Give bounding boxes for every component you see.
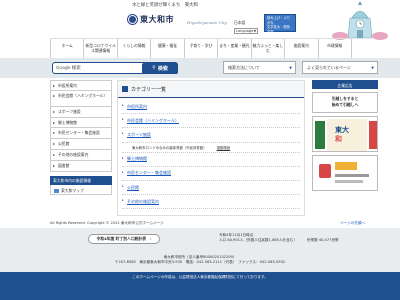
chevron-right-icon: ›	[150, 237, 152, 241]
global-nav: ホーム 新型コロナウイルス関連情報 くらしの情報 健康・福祉 子育て・学び まち…	[50, 38, 352, 58]
sidebar-map-link[interactable]: 東大和マップ	[50, 184, 112, 195]
city-address: 東大和市役所（法人番号8000020132209） 〒207-8585 東京都東…	[0, 255, 400, 265]
category-link-other-facilities[interactable]: その他の施設案内	[122, 195, 300, 210]
popular-pages-label: よく見られているページ	[307, 64, 351, 70]
ad-decoration	[315, 121, 325, 149]
search-howto-label: 検索方法について	[228, 64, 260, 70]
household-count: 世帯数 40,477世帯	[306, 238, 339, 243]
population-stats-button[interactable]: 令和4年度 町丁別人口統計表 ›	[88, 234, 160, 244]
footer-band	[0, 228, 400, 272]
ad-heading: 企業広告	[312, 80, 378, 89]
search-input[interactable]	[82, 64, 142, 72]
nav-item-life[interactable]: くらしの情報	[116, 39, 150, 58]
sidebar-item-other-facilities[interactable]: その他の施設案内	[50, 149, 112, 161]
sidebar-item-city-hall[interactable]: 市役所案内	[50, 80, 112, 91]
category-link-civic-hall[interactable]: 市民会館（ハミングホール）	[122, 114, 300, 129]
moving-banner[interactable]: 引越しをすると 始めて引越しへ	[312, 92, 378, 113]
ad-graphic	[335, 162, 357, 170]
search-howto-button[interactable]: 検索方法について ▼	[223, 61, 296, 74]
search-button-label: 検索	[157, 65, 168, 72]
sidebar-item-community-center[interactable]: 市民センター・集会施設	[50, 128, 112, 140]
address-line-2: 〒207-8585 東京都東大和市中央3-930 電話：042-563-2111…	[114, 260, 286, 264]
population-info: 令和4年11月1日時点 人口 84,901人（外国人住民数1,865人を含む） …	[219, 233, 339, 243]
category-square-icon	[122, 86, 128, 92]
site-logo[interactable]: 東大和市	[128, 14, 174, 25]
ad-graphic	[335, 174, 369, 177]
nav-item-health[interactable]: 健康・福祉	[150, 39, 183, 58]
ad-decoration	[369, 121, 377, 149]
language-japanese-link[interactable]: 日本語	[234, 20, 258, 26]
sidebar-item-museum[interactable]: 郷土博物館	[50, 117, 112, 129]
category-title: カテゴリー一覧	[131, 86, 167, 93]
language-select[interactable]: Language ▼	[234, 28, 258, 34]
sidebar-facility-heading: 東大和市内の施設情報	[50, 175, 112, 185]
sidebar-item-civic-hall[interactable]: 市民会館（ハミングホール）	[50, 90, 112, 107]
footer-bottom-text: このホームページの作成は、公益財団法人東京都福祉保健財団にて行っております。	[132, 275, 268, 279]
category-link-sports[interactable]: スポーツ施設	[122, 128, 300, 143]
sidebar: 市役所案内 市民会館（ハミングホール） スポーツ施設 郷土博物館 市民センター・…	[50, 80, 112, 195]
population-stats-label: 令和4年度 町丁別人口統計表	[96, 236, 147, 241]
subitem-gymnasium[interactable]: 東大和市ロンドみなみの森体育館（市民体育館）	[132, 145, 207, 150]
moving-banner-line2: 始めて引越しへ	[331, 101, 359, 107]
chevron-down-icon: ▼	[371, 65, 374, 70]
category-link-museum[interactable]: 郷土博物館	[122, 153, 300, 167]
category-header: カテゴリー一覧	[118, 81, 304, 98]
sidebar-item-kominkan[interactable]: 公民館	[50, 139, 112, 150]
site-header: 水と緑と笑顔が輝くまち 東大和 東大和市 Higashiyamato City …	[0, 0, 400, 43]
language-select-label: Language	[236, 29, 254, 33]
ad-banner-higashiyamato[interactable]: 東大 和	[312, 116, 378, 152]
ad-text-2: 和	[335, 135, 342, 143]
page-top-link[interactable]: ページの先頭へ	[340, 221, 365, 226]
language-area: 日本語 Language ▼	[234, 20, 258, 34]
search-icon: ⚲	[152, 65, 156, 71]
popular-pages-button[interactable]: よく見られているページ ▼	[302, 61, 378, 74]
accessibility-tool-button[interactable]: 読み上げ・ふりがな 文字拡大・配色変更 Web Wave Scanner	[264, 14, 296, 43]
sidebar-item-library[interactable]: 図書館	[50, 160, 112, 172]
ad-banner-second[interactable]	[312, 155, 378, 191]
clock-tower-illustration	[330, 0, 390, 40]
category-link-community-center[interactable]: 市民センター・集会施設	[122, 167, 300, 181]
copyright-text: All Rights Reserved. Copyright © 2022 東大…	[50, 221, 164, 225]
category-link-kominkan[interactable]: 公民館	[122, 181, 300, 196]
sports-subitems: 東大和市ロンドみなみの森体育館（市民体育館） 運動施設	[122, 143, 300, 153]
population-count: 人口 84,901人（外国人住民数1,865人を含む）	[219, 238, 297, 243]
nav-item-childcare[interactable]: 子育て・学び	[183, 39, 217, 58]
ad-graphic	[335, 180, 363, 183]
ad-column: 企業広告 引越しをすると 始めて引越しへ 東大 和	[312, 80, 378, 191]
nav-item-facilities[interactable]: 施設案内	[284, 39, 317, 58]
category-list: 市役所案内 市民会館（ハミングホール） スポーツ施設 東大和市ロンドみなみの森体…	[118, 98, 304, 210]
nav-item-home[interactable]: ホーム	[50, 39, 83, 58]
google-search-label: Google 検索	[56, 65, 81, 70]
site-slogan: 水と緑と笑顔が輝くまち 東大和	[132, 3, 198, 8]
nav-item-covid[interactable]: 新型コロナウイルス関連情報	[83, 39, 116, 58]
nav-item-enjoy[interactable]: 魅力ふっと・楽しむ	[250, 39, 284, 58]
wave-line2: 文字拡大・配色変更	[267, 25, 291, 34]
sidebar-map-label: 東大和マップ	[61, 187, 84, 193]
search-button[interactable]: ⚲ 検索	[142, 62, 178, 74]
chevron-down-icon: ▼	[253, 29, 256, 33]
logo-roman-text: Higashiyamato City	[187, 20, 227, 25]
main-content: カテゴリー一覧 市役所案内 市民会館（ハミングホール） スポーツ施設 東大和市ロ…	[117, 80, 305, 216]
ad-graphic	[319, 164, 331, 178]
city-emblem-icon	[128, 15, 137, 24]
subitem-sports-facilities[interactable]: 運動施設	[217, 145, 231, 150]
footer-bottom-bar: このホームページの作成は、公益財団法人東京都福祉保健財団にて行っております。	[0, 272, 400, 300]
wave-line1: 読み上げ・ふりがな	[267, 16, 291, 25]
map-icon	[54, 188, 59, 193]
chevron-down-icon: ▼	[289, 65, 292, 70]
nav-item-admin[interactable]: 市政情報	[317, 39, 352, 58]
category-link-city-hall[interactable]: 市役所案内	[122, 100, 300, 115]
sidebar-item-sports[interactable]: スポーツ施設	[50, 106, 112, 118]
search-form: Google 検索 ⚲ 検索	[52, 62, 178, 74]
ad-background	[327, 119, 367, 151]
logo-text: 東大和市	[140, 15, 174, 24]
nav-item-town[interactable]: まち・産業・観光	[217, 39, 250, 58]
